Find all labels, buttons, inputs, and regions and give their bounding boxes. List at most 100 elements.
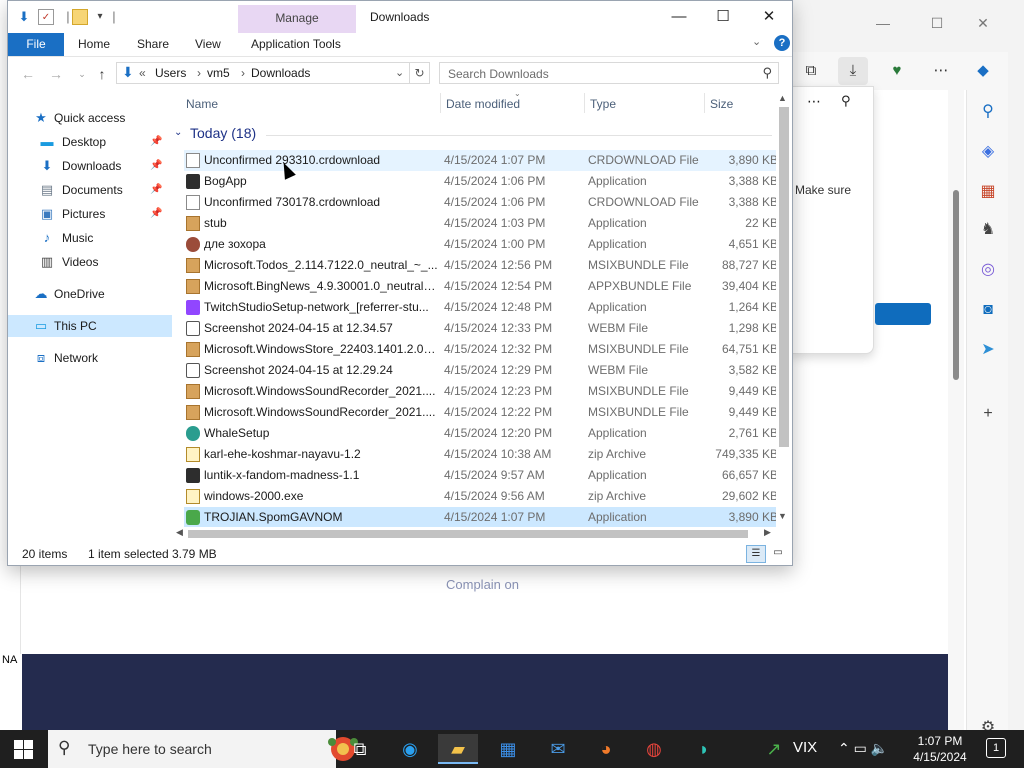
whale-browser-icon[interactable]: ◗ [684,734,724,764]
tools-icon[interactable]: ▦ [975,180,1001,204]
close-button[interactable]: ✕ [746,5,792,29]
downloads-icon[interactable]: ⤓ [838,57,868,85]
complain-link[interactable]: Complain on [446,577,519,592]
stocks-chart-icon[interactable]: ↗ [754,734,794,764]
column-divider[interactable] [440,93,441,113]
expand-ribbon-icon[interactable]: ⌄ [752,35,761,48]
tab-share[interactable]: Share [137,33,169,56]
breadcrumb-downloads[interactable]: Downloads [251,66,310,80]
help-icon[interactable]: ? [774,35,790,51]
forward-button[interactable]: → [46,65,66,83]
horizontal-scrollbar[interactable]: ◀ ▶ [174,527,776,541]
browser-maximize-button[interactable]: ☐ [928,14,946,32]
nav-pictures[interactable]: ▣ Pictures 📌 [8,203,172,225]
column-divider[interactable] [584,93,585,113]
browser-essentials-icon[interactable]: ♥ [882,57,912,85]
task-view-icon[interactable]: ⧉ [340,734,380,764]
nav-documents[interactable]: ▤ Documents 📌 [8,179,172,201]
file-row[interactable]: stub 4/15/2024 1:03 PM Application 22 KB [184,213,776,234]
file-row[interactable]: Screenshot 2024-04-15 at 12.29.24 4/15/20… [184,360,776,381]
address-bar[interactable]: ⬇ « Users › vm5 › Downloads ⌄ [116,62,410,84]
details-view-icon[interactable]: ☰ [746,545,766,563]
nav-onedrive[interactable]: ☁ OneDrive [8,283,172,305]
group-header-today[interactable]: Today (18) [190,125,256,141]
mail-icon[interactable]: ✉ [538,734,578,764]
nav-quick-access[interactable]: ★ Quick access [8,107,172,129]
file-row[interactable]: Microsoft.WindowsSoundRecorder_2021.... 4… [184,402,776,423]
address-dropdown-icon[interactable]: ⌄ [395,66,404,79]
file-explorer-icon[interactable]: ▰ [438,734,478,764]
more-options-icon[interactable]: ⋯ [926,57,956,85]
nav-videos[interactable]: ▥ Videos [8,251,172,273]
downloads-panel-button[interactable] [875,303,931,325]
shopping-icon[interactable]: ◈ [975,140,1001,164]
start-button[interactable] [14,740,34,760]
file-row[interactable]: karl-ehe-koshmar-nayavu-1.2 4/15/2024 10:… [184,444,776,465]
add-icon[interactable]: + [975,402,1001,426]
file-row[interactable]: luntik-x-fandom-madness-1.1 4/15/2024 9:5… [184,465,776,486]
large-icons-view-icon[interactable]: ▭ [768,545,788,563]
search-input[interactable]: Search Downloads ⚲ [439,62,779,84]
games-icon[interactable]: ♞ [975,218,1001,242]
group-collapse-icon[interactable]: ⌄ [174,127,182,138]
column-type[interactable]: Type [590,97,616,111]
stock-ticker[interactable]: VIX [793,739,817,756]
tab-application-tools[interactable]: Application Tools [251,33,341,56]
system-tray[interactable]: ⌃ ▭ 🔈 [838,740,888,757]
tab-view[interactable]: View [195,33,221,56]
taskbar-search-box[interactable]: ⚲ Type here to search [48,730,358,768]
scroll-left-icon[interactable]: ◀ [176,527,183,538]
refresh-button[interactable]: ↻ [410,62,430,84]
browser-scrollbar[interactable] [948,90,964,730]
nav-downloads[interactable]: ⬇ Downloads 📌 [8,155,172,177]
properties-icon[interactable]: ✓ [38,9,54,25]
file-row[interactable]: Microsoft.WindowsStore_22403.1401.2.0_..… [184,339,776,360]
edge-icon[interactable]: ◉ [390,734,430,764]
nav-music[interactable]: ♪ Music [8,227,172,249]
browser-minimize-button[interactable]: — [874,14,892,32]
drop-icon[interactable]: ➤ [975,338,1001,362]
column-name[interactable]: Name [186,97,218,111]
nav-network[interactable]: ⧈ Network [8,347,172,369]
back-button[interactable]: ← [18,65,38,83]
file-row[interactable]: дле зохора 4/15/2024 1:00 PM Application 4,… [184,234,776,255]
tab-file[interactable]: File [8,33,64,56]
store-icon[interactable]: ▦ [488,734,528,764]
breadcrumb-users[interactable]: Users [155,66,186,80]
chrome-icon[interactable]: ◍ [634,734,674,764]
breadcrumb-overflow[interactable]: « [139,66,146,80]
scroll-up-icon[interactable]: ▲ [778,93,787,103]
nav-this-pc[interactable]: ▭ This PC [8,315,172,337]
browser-close-button[interactable]: ✕ [974,14,992,32]
outlook-icon[interactable]: ◙ [975,298,1001,322]
scroll-right-icon[interactable]: ▶ [764,527,771,538]
pin-icon[interactable]: ⚲ [841,93,851,109]
copilot-icon[interactable]: ◆ [968,57,998,85]
recent-locations-icon[interactable]: ⌄ [72,65,92,83]
notifications-button[interactable]: 1 [986,738,1006,758]
file-row[interactable]: Unconfirmed 293310.crdownload 4/15/2024 1… [184,150,776,171]
browser-scrollbar-thumb[interactable] [953,190,959,380]
horizontal-scrollbar-thumb[interactable] [188,530,748,538]
up-button[interactable]: ↑ [92,65,112,83]
file-row[interactable]: windows-2000.exe 4/15/2024 9:56 AM zip Arc… [184,486,776,507]
nav-desktop[interactable]: ▬ Desktop 📌 [8,131,172,153]
scroll-down-icon[interactable]: ▼ [778,511,787,521]
file-row[interactable]: Screenshot 2024-04-15 at 12.34.57 4/15/20… [184,318,776,339]
file-row[interactable]: WhaleSetup 4/15/2024 12:20 PM Application 2… [184,423,776,444]
search-icon[interactable]: ⚲ [975,100,1001,124]
file-row[interactable]: Unconfirmed 730178.crdownload 4/15/2024 1… [184,192,776,213]
column-size[interactable]: Size [710,97,733,111]
vertical-scrollbar-thumb[interactable] [779,107,789,447]
file-row[interactable]: BogApp 4/15/2024 1:06 PM Application 3,388 … [184,171,776,192]
collections-icon[interactable]: ⧉ [796,57,826,85]
breadcrumb-separator-icon[interactable]: › [241,66,245,80]
file-row[interactable]: TROJIAN.SpomGAVNOM 4/15/2024 1:07 PM Appli… [184,507,776,527]
downloads-panel-more-icon[interactable]: ⋯ [807,93,821,110]
maximize-button[interactable]: ☐ [700,5,746,29]
file-row[interactable]: Microsoft.BingNews_4.9.30001.0_neutral_.… [184,276,776,297]
file-row[interactable]: Microsoft.WindowsSoundRecorder_2021.... 4… [184,381,776,402]
column-divider[interactable] [704,93,705,113]
breadcrumb-separator-icon[interactable]: › [197,66,201,80]
breadcrumb-vm5[interactable]: vm5 [207,66,230,80]
